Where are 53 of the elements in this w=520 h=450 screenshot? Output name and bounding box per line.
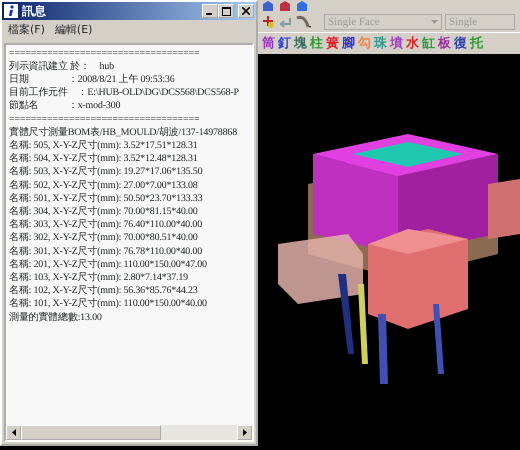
scroll-right-button[interactable] <box>237 425 252 440</box>
part-type-button[interactable]: 簧 <box>326 34 339 54</box>
text-line: 名稱: 301, X-Y-Z尺寸(mm): 76.78*110.00*40.00 <box>9 244 202 258</box>
part-type-button[interactable]: 筒 <box>262 34 275 54</box>
text-line: 名稱: 101, X-Y-Z尺寸(mm): 110.00*150.00*40.00 <box>9 297 207 311</box>
text-line: 名稱: 503, X-Y-Z尺寸(mm): 19.27*17.06*135.50 <box>9 165 202 179</box>
part-type-button[interactable]: 勾 <box>358 34 371 54</box>
scroll-thumb[interactable] <box>21 425 161 440</box>
text-line: 名稱: 504, X-Y-Z尺寸(mm): 3.52*12.48*128.31 <box>9 152 198 166</box>
text-line: 名稱: 501, X-Y-Z尺寸(mm): 50.50*23.70*133.33 <box>9 192 202 205</box>
part-type-button[interactable]: 珠 <box>374 34 387 54</box>
text-line: 名稱: 102, X-Y-Z尺寸(mm): 56.36*85.76*44.23 <box>9 284 198 298</box>
right-arrow-icon <box>242 429 246 436</box>
part-type-button[interactable]: 水 <box>406 34 419 54</box>
text-line: =================================== <box>9 46 200 60</box>
window-title: 訊息 <box>22 3 46 20</box>
info-icon <box>4 4 18 18</box>
part-type-button[interactable]: 柱 <box>310 34 323 54</box>
text-line: 名稱: 201, X-Y-Z尺寸(mm): 110.00*150.00*47.00 <box>9 258 207 271</box>
text-line: 名稱: 505, X-Y-Z尺寸(mm): 3.52*17.51*128.31 <box>9 138 198 152</box>
part-type-button[interactable]: 腳 <box>342 34 355 54</box>
text-line: 名稱: 303, X-Y-Z尺寸(mm): 76.40*110.00*40.00 <box>9 218 202 232</box>
selection-filter-dropdown[interactable]: Single Face <box>324 14 442 30</box>
scroll-left-button[interactable] <box>6 425 21 440</box>
text-line: 列示資訊建立 於： hub <box>9 60 114 73</box>
text-line: 名稱: 103, X-Y-Z尺寸(mm): 2.80*7.14*37.19 <box>9 270 188 284</box>
close-icon <box>242 7 250 15</box>
part-type-button[interactable]: 復 <box>454 34 467 54</box>
text-line: 名稱: 304, X-Y-Z尺寸(mm): 70.00*81.15*40.00 <box>9 204 198 218</box>
part-type-button[interactable]: 塊 <box>294 34 307 54</box>
menu-item[interactable]: 編輯(E) <box>54 22 92 38</box>
text-line: =================================== <box>9 112 200 126</box>
part-type-button[interactable]: 釘 <box>278 34 291 54</box>
part-type-button[interactable]: 缸 <box>422 34 435 54</box>
part-type-button[interactable]: 板 <box>438 34 451 54</box>
text-line: 日期 ：2008/8/21 上午 09:53:36 <box>9 72 175 86</box>
text-line: 實體尺寸測量BOM表/HB_MOULD/胡波/137-14978868 <box>9 126 238 139</box>
text-line: 節點名 ：x-mod-300 <box>9 99 120 113</box>
scope-dropdown[interactable]: Single <box>445 14 515 30</box>
text-line: 名稱: 302, X-Y-Z尺寸(mm): 70.00*80.51*40.00 <box>9 231 198 245</box>
menu-item[interactable]: 檔案(F) <box>8 22 45 38</box>
left-arrow-icon <box>12 429 16 436</box>
text-line: 目前工作元件 ：E:\HUB-OLD\DG\DCS568\DCS568-P <box>9 86 239 100</box>
caret-icon <box>431 20 438 24</box>
maximize-icon <box>222 6 230 16</box>
minimize-button[interactable] <box>202 4 218 18</box>
close-button[interactable] <box>238 4 254 18</box>
maximize-button[interactable] <box>218 4 234 18</box>
part-type-button[interactable]: 托 <box>470 34 483 54</box>
horizontal-scrollbar[interactable] <box>6 425 252 440</box>
text-line: 測量的實體總數:13.00 <box>9 310 102 324</box>
part-type-button[interactable]: 墳 <box>390 34 403 54</box>
text-line: 名稱: 502, X-Y-Z尺寸(mm): 27.00*7.00*133.08 <box>9 178 198 192</box>
